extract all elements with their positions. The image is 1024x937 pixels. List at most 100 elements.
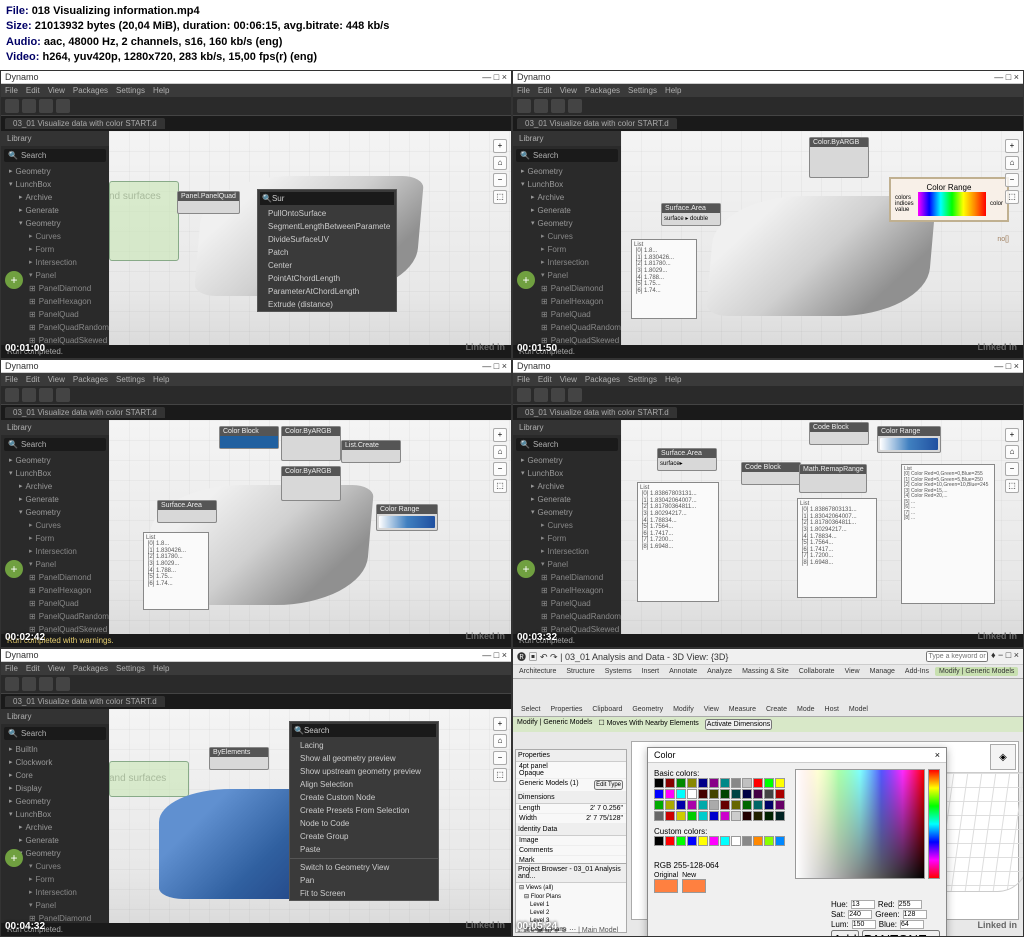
node-canvas[interactable]: nd surfaces Panel.PanelQuad 🔍 Sur PullOn… [109, 131, 511, 358]
color-swatch[interactable] [753, 789, 763, 799]
color-swatch[interactable] [687, 778, 697, 788]
lib-item[interactable]: ▸Form [1, 243, 109, 256]
color-dialog[interactable]: Color× Basic colors: Custom colors: RGB … [647, 747, 947, 937]
color-swatch[interactable] [764, 778, 774, 788]
edit-type-button[interactable]: Edit Type [594, 780, 623, 790]
color-swatch[interactable] [709, 778, 719, 788]
color-swatch[interactable] [742, 800, 752, 810]
lib-item[interactable]: ▸Intersection [1, 256, 109, 269]
color-swatch[interactable] [709, 800, 719, 810]
ribbon-panel[interactable]: Select Properties Clipboard Geometry Mod… [513, 679, 1023, 717]
add-button[interactable]: + [517, 271, 535, 289]
tool-btn[interactable] [22, 99, 36, 113]
color-swatch[interactable] [676, 778, 686, 788]
color-swatch[interactable] [654, 789, 664, 799]
ribbon-tabs[interactable]: Architecture Structure Systems Insert An… [513, 665, 1023, 679]
menu-item[interactable]: Paste [290, 843, 438, 856]
lib-section[interactable]: ▾LunchBox [1, 178, 109, 191]
tool-btn[interactable] [56, 99, 70, 113]
fit-button[interactable]: ⬚ [493, 190, 507, 204]
tabbar[interactable]: 03_01 Visualize data with color START.d [513, 116, 1023, 131]
color-swatch[interactable] [764, 800, 774, 810]
color-swatch[interactable] [665, 811, 675, 821]
color-swatch[interactable] [720, 789, 730, 799]
color-swatch[interactable] [775, 789, 785, 799]
activate-dimensions-button[interactable]: Activate Dimensions [705, 719, 772, 730]
revit-search[interactable] [926, 651, 988, 662]
menu-item[interactable]: SegmentLengthBetweenParamete [258, 220, 396, 233]
node[interactable]: Panel.PanelQuad [177, 191, 240, 214]
custom-swatch[interactable] [709, 836, 719, 846]
menu-item[interactable]: Pan [290, 874, 438, 887]
watch-list[interactable]: List [0] 1.83867803131... [1] 1.83042064… [637, 482, 719, 602]
color-swatch[interactable] [709, 811, 719, 821]
menu-item[interactable]: Switch to Geometry View [290, 861, 438, 874]
color-swatch[interactable] [687, 811, 697, 821]
menu-item[interactable]: Show upstream geometry preview [290, 765, 438, 778]
menubar[interactable]: FileEditViewPackagesSettingsHelp [513, 84, 1023, 97]
color-swatch[interactable] [753, 778, 763, 788]
custom-swatch[interactable] [742, 836, 752, 846]
menu-item[interactable]: PullOntoSurface [258, 207, 396, 220]
watch-list[interactable]: List [0] 1.83867803131... [1] 1.83042064… [797, 498, 877, 598]
color-swatch[interactable] [742, 778, 752, 788]
zoom-in-button[interactable]: + [493, 139, 507, 153]
node-color-range[interactable]: Color Range [877, 426, 941, 453]
color-swatch[interactable] [753, 811, 763, 821]
toolbar[interactable] [1, 97, 511, 116]
library-search[interactable]: 🔍Search [4, 438, 106, 451]
custom-colors-grid[interactable] [654, 836, 785, 857]
add-button[interactable]: + [5, 560, 23, 578]
hue-strip[interactable] [928, 769, 940, 879]
lib-section[interactable]: ▸Geometry [1, 165, 109, 178]
color-swatch[interactable] [720, 778, 730, 788]
tool-btn[interactable] [5, 99, 19, 113]
node-list-create[interactable]: List.Create [341, 440, 401, 463]
view-cube[interactable]: ◈ [990, 744, 1016, 770]
menu-item[interactable]: Lacing [290, 739, 438, 752]
color-swatch[interactable] [665, 789, 675, 799]
node-canvas[interactable]: Color Block Color.ByARGB List.Create Col… [109, 420, 511, 647]
color-swatch[interactable] [775, 778, 785, 788]
library-search[interactable]: 🔍Search [516, 149, 618, 162]
red-input[interactable] [898, 900, 922, 909]
node-surface-area[interactable]: Surface.Areasurface▸ [657, 448, 717, 471]
color-swatch[interactable] [753, 800, 763, 810]
color-swatch[interactable] [665, 778, 675, 788]
node-code-block[interactable]: Code Block [741, 462, 801, 485]
lib-item[interactable]: ⊞ PanelQuadRandom [1, 321, 109, 334]
lib-item[interactable]: ⊞ PanelQuad [1, 308, 109, 321]
node-canvas[interactable]: Code Block Color Range Surface.Areasurfa… [621, 420, 1023, 647]
file-tab[interactable]: 03_01 Visualize data with color START.d [517, 118, 677, 129]
add-button[interactable]: + [5, 271, 23, 289]
node-color-argb[interactable]: Color.ByARGB [281, 426, 341, 461]
color-swatch[interactable] [742, 811, 752, 821]
tabbar[interactable]: 03_01 Visualize data with color START.d [1, 116, 511, 131]
color-swatch[interactable] [709, 789, 719, 799]
custom-swatch[interactable] [775, 836, 785, 846]
add-color-button[interactable]: Add [831, 930, 859, 937]
search-popup[interactable]: 🔍 Sur PullOntoSurface SegmentLengthBetwe… [257, 189, 397, 312]
node-color-argb[interactable]: Color.ByARGB [281, 466, 341, 501]
color-swatch[interactable] [731, 811, 741, 821]
close-icon[interactable]: × [935, 750, 940, 760]
node-group[interactable] [109, 761, 189, 797]
color-swatch[interactable] [698, 778, 708, 788]
menu-item[interactable]: DivideSurfaceUV [258, 233, 396, 246]
menu-item[interactable]: PointAtChordLength [258, 272, 396, 285]
lib-item[interactable]: ▸Archive [1, 191, 109, 204]
pantone-button[interactable]: PANTONE... [862, 930, 940, 937]
color-swatch[interactable] [654, 811, 664, 821]
toolbar[interactable] [513, 97, 1023, 116]
hsv-picker[interactable] [795, 769, 925, 879]
custom-swatch[interactable] [698, 836, 708, 846]
menu-item[interactable]: Create Group [290, 830, 438, 843]
node-canvas[interactable]: Surface.Areasurface ▸ double Color.ByARG… [621, 131, 1023, 358]
node-canvas[interactable]: and surfaces ByElements 🔍 Search Lacing … [109, 709, 511, 936]
color-swatch[interactable] [720, 800, 730, 810]
node-remap[interactable]: Math.RemapRange [799, 464, 867, 493]
home-button[interactable]: ⌂ [493, 156, 507, 170]
color-swatch[interactable] [654, 778, 664, 788]
node-color-argb[interactable]: Color.ByARGB [809, 137, 869, 178]
color-swatch[interactable] [676, 800, 686, 810]
